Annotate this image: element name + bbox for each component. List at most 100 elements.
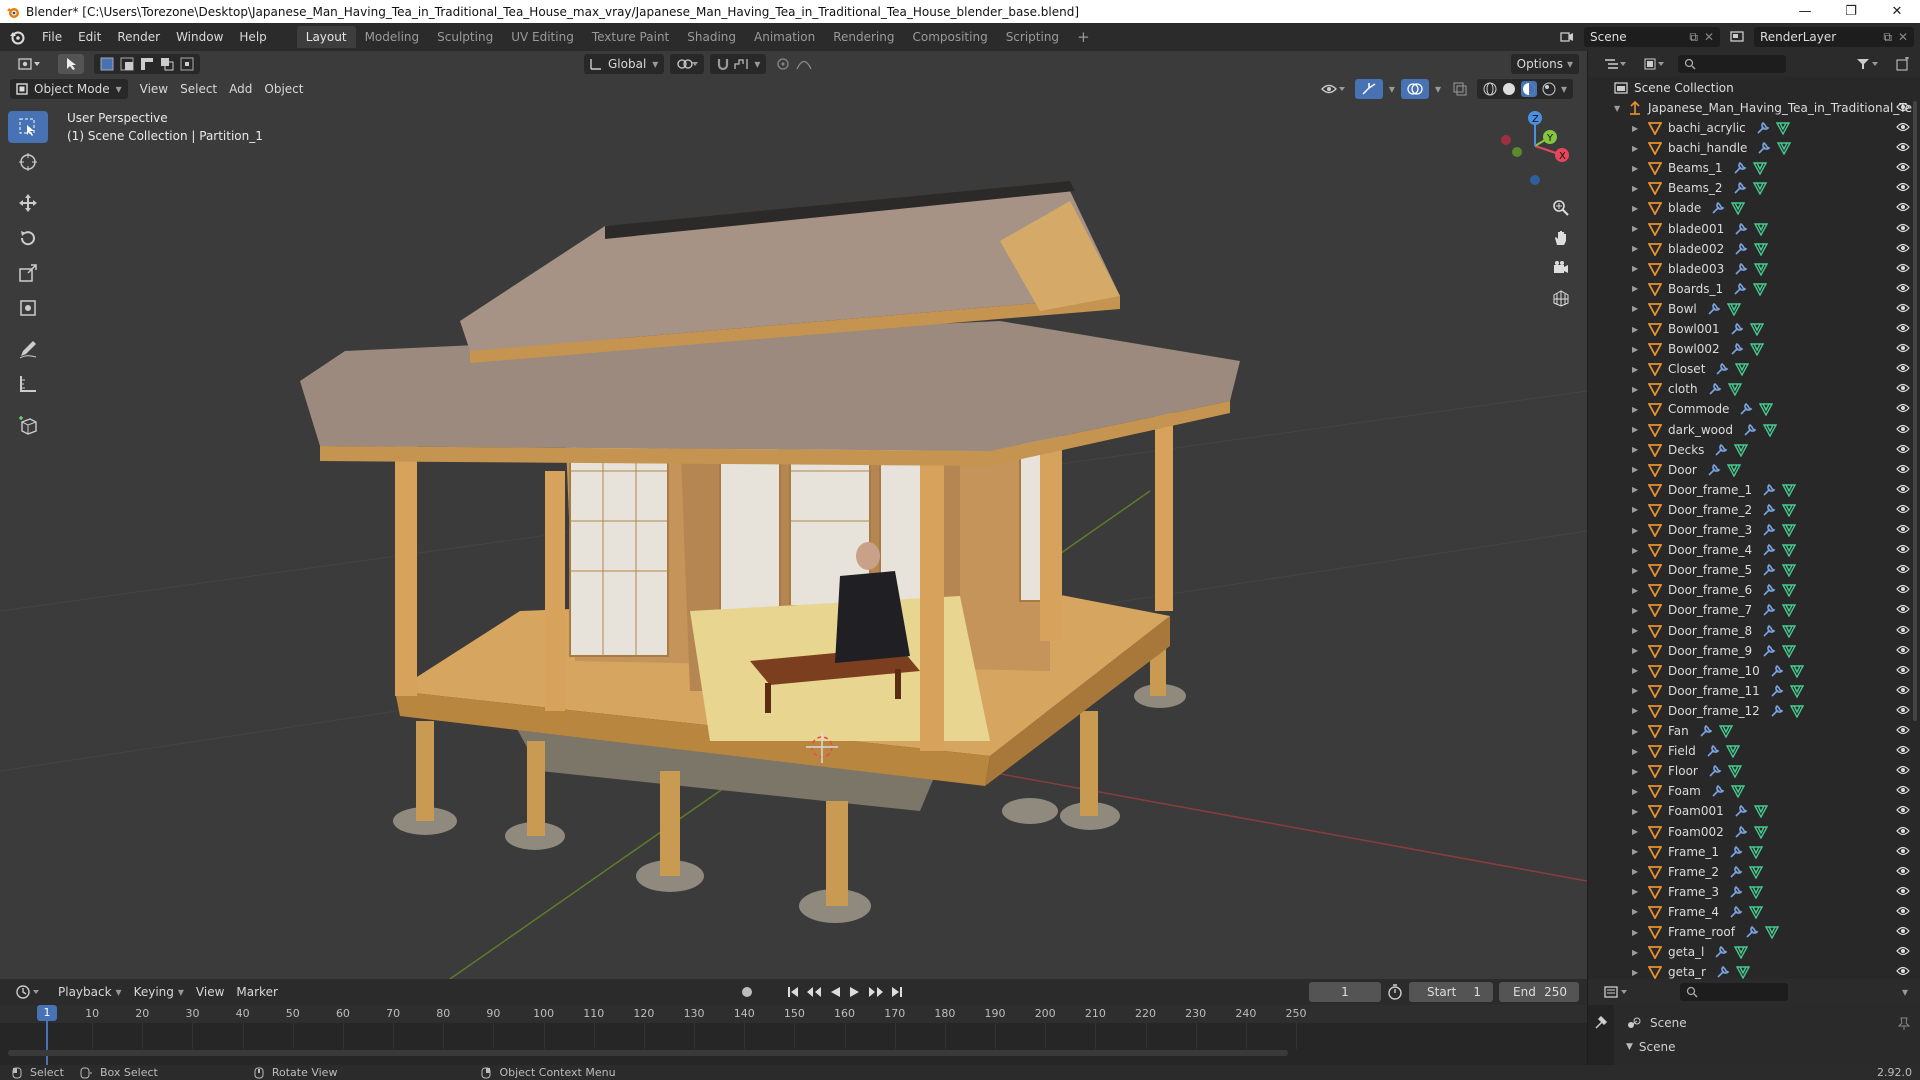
eye-icon[interactable]	[1896, 423, 1910, 435]
chevron-down-icon[interactable]: ▾	[1902, 985, 1908, 999]
outliner-item[interactable]: ▶ Boards_1	[1588, 279, 1920, 299]
menu-select[interactable]: Select	[174, 79, 223, 99]
chevron-right-icon[interactable]: ▶	[1632, 787, 1642, 796]
modifier-wrench-icon[interactable]	[1711, 201, 1725, 215]
mesh-data-icon[interactable]	[1764, 925, 1779, 939]
mesh-data-icon[interactable]	[1727, 764, 1742, 779]
menu-help[interactable]: Help	[231, 23, 274, 51]
chevron-right-icon[interactable]: ▶	[1632, 264, 1642, 273]
eye-icon[interactable]	[1896, 302, 1910, 314]
mesh-data-icon[interactable]	[1782, 483, 1797, 497]
chevron-right-icon[interactable]: ▶	[1632, 365, 1642, 374]
eye-icon[interactable]	[1896, 664, 1910, 676]
modifier-wrench-icon[interactable]	[1756, 121, 1770, 135]
view-layer-icon[interactable]	[1724, 30, 1750, 44]
tab-layout[interactable]: Layout	[296, 26, 356, 48]
selection-mode-group[interactable]	[94, 54, 200, 74]
chevron-right-icon[interactable]: ▶	[1632, 727, 1642, 736]
outliner-item[interactable]: ▶ Door_frame_3	[1588, 520, 1920, 540]
outliner-item[interactable]: ▶ bachi_handle	[1588, 138, 1920, 158]
menu-file[interactable]: File	[34, 23, 70, 51]
menu-edit[interactable]: Edit	[70, 23, 109, 51]
mesh-data-icon[interactable]	[1782, 644, 1797, 658]
mode-intersect-icon[interactable]	[180, 57, 194, 71]
snap-increment-icon[interactable]	[734, 57, 750, 71]
navigation-gizmo[interactable]: X Y Z	[1490, 106, 1580, 196]
outliner-item[interactable]: ▶ geta_l	[1588, 942, 1920, 962]
modifier-wrench-icon[interactable]	[1739, 402, 1753, 416]
mesh-data-icon[interactable]	[1777, 141, 1792, 156]
modifier-wrench-icon[interactable]	[1699, 724, 1713, 738]
modifier-wrench-icon[interactable]	[1734, 262, 1748, 276]
timeline-scrollbar[interactable]	[8, 1050, 1288, 1056]
outliner-item[interactable]: ▶ Fan	[1588, 721, 1920, 741]
eye-icon[interactable]	[1896, 282, 1910, 294]
chevron-right-icon[interactable]: ▶	[1632, 425, 1642, 434]
mode-invert-icon[interactable]	[160, 57, 174, 71]
filter-icon[interactable]	[1850, 54, 1884, 74]
chevron-right-icon[interactable]: ▶	[1632, 646, 1642, 655]
properties-search-input[interactable]	[1680, 983, 1788, 1001]
outliner-scene-collection[interactable]: Scene Collection	[1588, 78, 1920, 98]
chevron-right-icon[interactable]: ▶	[1632, 928, 1642, 937]
modifier-wrench-icon[interactable]	[1708, 382, 1722, 396]
select-box-tool[interactable]	[8, 111, 48, 143]
pan-hand-icon[interactable]	[1548, 223, 1574, 253]
chevron-right-icon[interactable]: ▶	[1632, 907, 1642, 916]
modifier-wrench-icon[interactable]	[1716, 965, 1730, 979]
modifier-wrench-icon[interactable]	[1729, 905, 1743, 919]
mode-extend-icon[interactable]	[120, 57, 134, 71]
mesh-data-icon[interactable]	[1735, 362, 1750, 377]
jump-keyframe-back-icon[interactable]	[806, 985, 822, 999]
eye-icon[interactable]	[1896, 242, 1910, 254]
mesh-data-icon[interactable]	[1736, 965, 1750, 979]
tab-rendering[interactable]: Rendering	[824, 26, 903, 48]
tool-settings-tab-icon[interactable]	[1588, 1009, 1614, 1035]
jump-start-icon[interactable]	[786, 985, 800, 999]
modifier-wrench-icon[interactable]	[1729, 885, 1743, 899]
modifier-wrench-icon[interactable]	[1734, 222, 1748, 236]
properties-editor-type-icon[interactable]	[1598, 982, 1634, 1002]
outliner-item[interactable]: ▶ Foam	[1588, 781, 1920, 801]
chevron-right-icon[interactable]: ▶	[1632, 284, 1642, 293]
eye-icon[interactable]	[1896, 644, 1910, 656]
mesh-data-icon[interactable]	[1782, 563, 1797, 578]
gizmo-dropdown-icon[interactable]: ▾	[1387, 79, 1397, 99]
play-reverse-icon[interactable]	[828, 985, 842, 999]
mesh-data-icon[interactable]	[1782, 543, 1797, 558]
chevron-right-icon[interactable]: ▶	[1632, 526, 1642, 535]
mode-subtract-icon[interactable]	[140, 57, 154, 71]
eye-icon[interactable]	[1896, 764, 1910, 776]
3d-viewport[interactable]: Global ▾ ▾ Options ▾ Object Mode ▾ View …	[0, 51, 1587, 979]
chevron-right-icon[interactable]: ▶	[1632, 686, 1642, 695]
modifier-wrench-icon[interactable]	[1733, 282, 1747, 296]
eye-icon[interactable]	[1896, 885, 1910, 897]
eye-icon[interactable]	[1896, 443, 1910, 455]
mesh-data-icon[interactable]	[1789, 684, 1804, 698]
scene-selector[interactable]: Scene ⧉ ✕	[1584, 27, 1720, 47]
outliner-item[interactable]: ▶ Door_frame_11	[1588, 681, 1920, 701]
mesh-data-icon[interactable]	[1754, 262, 1769, 276]
mesh-data-icon[interactable]	[1753, 825, 1768, 839]
menu-object[interactable]: Object	[258, 79, 309, 99]
maximize-button[interactable]: ❐	[1828, 0, 1874, 23]
annotate-tool[interactable]	[8, 333, 48, 365]
tab-scripting[interactable]: Scripting	[997, 26, 1068, 48]
eye-icon[interactable]	[1896, 744, 1910, 756]
modifier-wrench-icon[interactable]	[1707, 463, 1721, 477]
outliner-item[interactable]: ▶ Door_frame_2	[1588, 500, 1920, 520]
modifier-wrench-icon[interactable]	[1729, 845, 1743, 859]
eye-icon[interactable]	[1896, 563, 1910, 575]
proportional-edit-group[interactable]	[770, 54, 818, 74]
eye-icon[interactable]	[1896, 121, 1910, 133]
remove-view-layer-icon[interactable]: ✕	[1898, 30, 1908, 44]
outliner-item[interactable]: ▶ Bowl002	[1588, 339, 1920, 359]
chevron-right-icon[interactable]: ▶	[1632, 606, 1642, 615]
marker-menu[interactable]: Marker	[230, 982, 283, 1002]
outliner-item[interactable]: ▶ Floor	[1588, 761, 1920, 781]
mesh-data-icon[interactable]	[1782, 523, 1797, 537]
outliner-item[interactable]: ▶ Commode	[1588, 399, 1920, 419]
scene-panel-header[interactable]: ▼ Scene	[1626, 1040, 1676, 1054]
modifier-wrench-icon[interactable]	[1762, 624, 1776, 638]
menu-view[interactable]: View	[134, 79, 174, 99]
